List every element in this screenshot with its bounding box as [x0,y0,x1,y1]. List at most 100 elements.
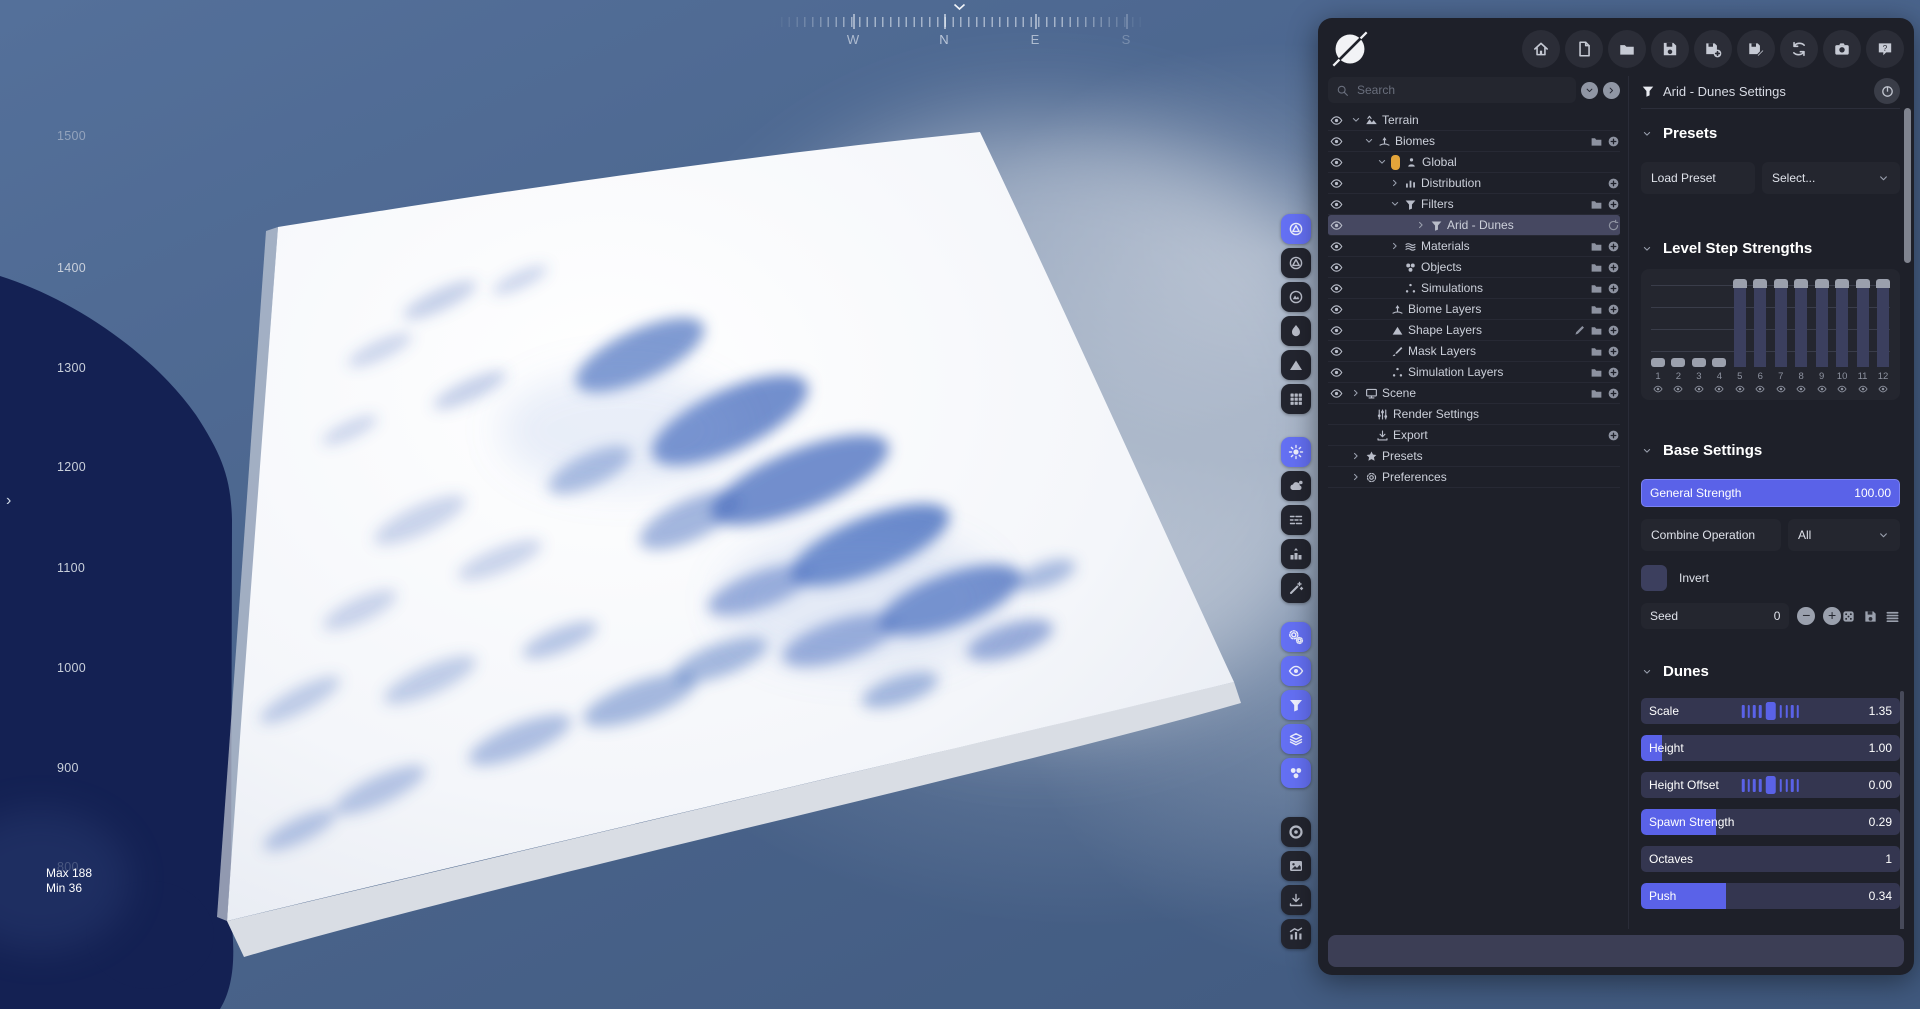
visibility-eye-icon[interactable] [1328,114,1350,127]
sync-button[interactable] [1780,30,1818,68]
home-button[interactable] [1522,30,1560,68]
pencil-icon[interactable] [1573,324,1586,337]
wind-tool-button[interactable] [1281,505,1311,535]
plus-icon[interactable] [1607,429,1620,442]
objects-overlay-button[interactable] [1281,758,1311,788]
chevron-down-icon[interactable] [1363,135,1378,147]
plus-icon[interactable] [1607,261,1620,274]
collapse-base-icon[interactable] [1641,445,1653,457]
visibility-eye-icon[interactable] [1328,261,1350,274]
octaves-slider[interactable]: Octaves1 [1641,846,1900,872]
folder-icon[interactable] [1590,135,1603,148]
chevron-down-icon[interactable] [1376,156,1391,168]
level-step-eye-icon[interactable] [1835,384,1849,394]
level-step-eye-icon[interactable] [1712,384,1726,394]
preset-select-dropdown[interactable]: Select... [1762,162,1900,194]
mountain-tool-button[interactable] [1281,350,1311,380]
folder-icon[interactable] [1590,303,1603,316]
push-slider[interactable]: Push0.34 [1641,883,1900,909]
plus-icon[interactable] [1607,303,1620,316]
level-step-handle-10[interactable] [1835,279,1849,367]
chevron-down-icon[interactable] [1389,198,1404,210]
magic-tool-button[interactable] [1281,573,1311,603]
tree-row-biomes[interactable]: Biomes [1328,131,1620,152]
visibility-eye-icon[interactable] [1328,177,1350,190]
tree-row-terrain[interactable]: Terrain [1328,110,1620,131]
distribution-tool-button[interactable] [1281,539,1311,569]
tree-row-simulation-layers[interactable]: Simulation Layers [1328,362,1620,383]
seed-list-icon[interactable] [1885,609,1900,624]
visibility-eye-icon[interactable] [1328,345,1350,358]
visibility-eye-icon[interactable] [1328,198,1350,211]
plus-icon[interactable] [1607,135,1620,148]
tree-row-scene[interactable]: Scene [1328,383,1620,404]
compass-strip[interactable]: WNES [773,4,1147,50]
visibility-eye-icon[interactable] [1328,324,1350,337]
plus-icon[interactable] [1607,282,1620,295]
save-button[interactable] [1651,30,1689,68]
settings-overlay-button[interactable] [1281,622,1311,652]
save-version-button[interactable] [1737,30,1775,68]
tree-row-export[interactable]: Export [1328,425,1620,446]
collapse-dunes-icon[interactable] [1641,666,1653,678]
tree-row-preferences[interactable]: Preferences [1328,467,1620,488]
spawn-strength-slider[interactable]: Spawn Strength0.29 [1641,809,1900,835]
level-step-handle-2[interactable] [1671,279,1685,367]
tree-row-objects[interactable]: Objects [1328,257,1620,278]
level-step-eye-icon[interactable] [1692,384,1706,394]
level-step-eye-icon[interactable] [1753,384,1767,394]
chevron-right-icon[interactable] [1350,387,1365,399]
folder-icon[interactable] [1590,240,1603,253]
level-step-handle-12[interactable] [1876,279,1890,367]
tree-row-mask-layers[interactable]: Mask Layers [1328,341,1620,362]
folder-icon[interactable] [1590,366,1603,379]
slider-scrub-handle[interactable] [1740,702,1801,720]
command-bar[interactable] [1328,935,1904,967]
seed-increment-button[interactable]: + [1823,607,1841,625]
screenshot-button[interactable] [1823,30,1861,68]
plus-icon[interactable] [1607,366,1620,379]
folder-icon[interactable] [1590,261,1603,274]
tree-row-render-settings[interactable]: Render Settings [1328,404,1620,425]
level-step-eye-icon[interactable] [1671,384,1685,394]
help-button[interactable]: ? [1866,30,1904,68]
erosion-tool-button[interactable] [1281,316,1311,346]
randomize-seed-icon[interactable] [1841,609,1856,624]
folder-icon[interactable] [1590,324,1603,337]
open-project-button[interactable] [1608,30,1646,68]
seed-decrement-button[interactable]: − [1797,607,1815,625]
level-step-handle-11[interactable] [1856,279,1870,367]
plus-icon[interactable] [1607,345,1620,358]
level-step-eye-icon[interactable] [1733,384,1747,394]
chevron-right-icon[interactable] [1389,177,1404,189]
collapse-presets-icon[interactable] [1641,128,1653,140]
tree-row-presets[interactable]: Presets [1328,446,1620,467]
stats-view-button[interactable] [1281,919,1311,949]
chevron-right-icon[interactable] [1350,471,1365,483]
plus-icon[interactable] [1607,240,1620,253]
chevron-down-icon[interactable] [1350,114,1365,126]
visibility-eye-icon[interactable] [1328,135,1350,148]
level-step-eye-icon[interactable] [1774,384,1788,394]
level-step-handle-7[interactable] [1774,279,1788,367]
level-step-eye-icon[interactable] [1856,384,1870,394]
level-step-handle-9[interactable] [1815,279,1829,367]
tree-row-distribution[interactable]: Distribution [1328,173,1620,194]
tree-row-materials[interactable]: Materials [1328,236,1620,257]
chevron-right-icon[interactable] [1415,219,1430,231]
plus-icon[interactable] [1607,177,1620,190]
settings-options-button[interactable] [1874,78,1900,104]
height-slider[interactable]: Height1.00 [1641,735,1900,761]
folder-icon[interactable] [1590,282,1603,295]
new-file-button[interactable] [1565,30,1603,68]
save-as-button[interactable] [1694,30,1732,68]
height-offset-slider[interactable]: Height Offset0.00 [1641,772,1900,798]
folder-icon[interactable] [1590,387,1603,400]
visibility-eye-icon[interactable] [1328,366,1350,379]
panel-scrollbar-thumb[interactable] [1904,108,1911,263]
level-step-eye-icon[interactable] [1794,384,1808,394]
level-step-handle-6[interactable] [1753,279,1767,367]
visibility-eye-icon[interactable] [1328,219,1350,232]
collapse-all-button[interactable] [1581,82,1598,99]
expand-all-button[interactable] [1603,82,1620,99]
